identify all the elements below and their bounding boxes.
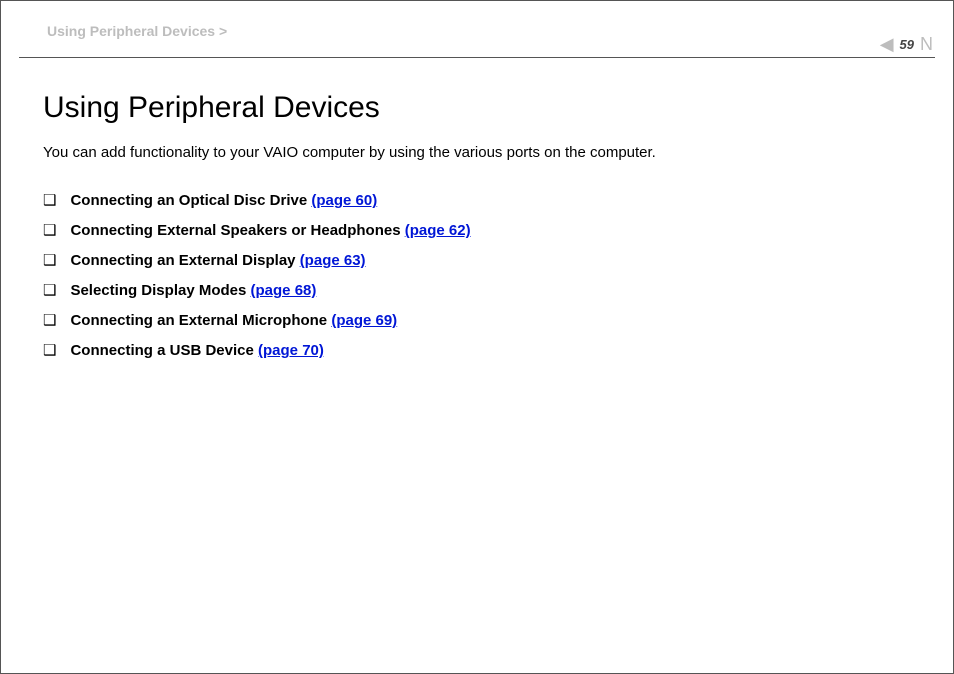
page-number: 59 [900, 37, 914, 52]
bullet-icon: ❑ [43, 251, 56, 269]
toc-item-label: Selecting Display Modes [70, 282, 246, 299]
toc-item: ❑ Connecting External Speakers or Headph… [43, 221, 911, 239]
bullet-icon: ❑ [43, 281, 56, 299]
toc-item: ❑ Connecting a USB Device (page 70) [43, 341, 911, 359]
toc-item-label: Connecting an External Microphone [70, 312, 327, 329]
breadcrumb-text: Using Peripheral Devices [47, 23, 215, 39]
toc-item-label: Connecting an External Display [70, 252, 295, 269]
toc-item: ❑ Connecting an Optical Disc Drive (page… [43, 191, 911, 209]
toc-item: ❑ Selecting Display Modes (page 68) [43, 281, 911, 299]
prev-page-arrow-icon[interactable]: ◀ [880, 35, 894, 53]
toc-item-label: Connecting External Speakers or Headphon… [70, 222, 400, 239]
toc-page-link[interactable]: (page 60) [311, 192, 377, 209]
bullet-icon: ❑ [43, 191, 56, 209]
toc-page-link[interactable]: (page 63) [300, 252, 366, 269]
toc-page-link[interactable]: (page 70) [258, 342, 324, 359]
toc-page-link[interactable]: (page 62) [405, 222, 471, 239]
toc-list: ❑ Connecting an Optical Disc Drive (page… [43, 191, 911, 359]
toc-page-link[interactable]: (page 68) [251, 282, 317, 299]
header-bar: Using Peripheral Devices > ◀ 59 N [1, 1, 953, 59]
toc-item: ❑ Connecting an External Microphone (pag… [43, 311, 911, 329]
intro-text: You can add functionality to your VAIO c… [43, 143, 911, 163]
next-page-arrow-icon[interactable]: N [920, 35, 933, 53]
toc-item: ❑ Connecting an External Display (page 6… [43, 251, 911, 269]
breadcrumb: Using Peripheral Devices > [47, 23, 227, 39]
content-area: Using Peripheral Devices You can add fun… [43, 91, 911, 371]
bullet-icon: ❑ [43, 311, 56, 329]
toc-page-link[interactable]: (page 69) [331, 312, 397, 329]
pager: ◀ 59 N [880, 35, 933, 53]
header-divider [19, 57, 935, 58]
toc-item-label: Connecting a USB Device [70, 342, 253, 359]
breadcrumb-separator: > [219, 23, 227, 39]
bullet-icon: ❑ [43, 341, 56, 359]
toc-item-label: Connecting an Optical Disc Drive [70, 192, 307, 209]
bullet-icon: ❑ [43, 221, 56, 239]
page-title: Using Peripheral Devices [43, 91, 911, 125]
document-page: Using Peripheral Devices > ◀ 59 N Using … [0, 0, 954, 674]
